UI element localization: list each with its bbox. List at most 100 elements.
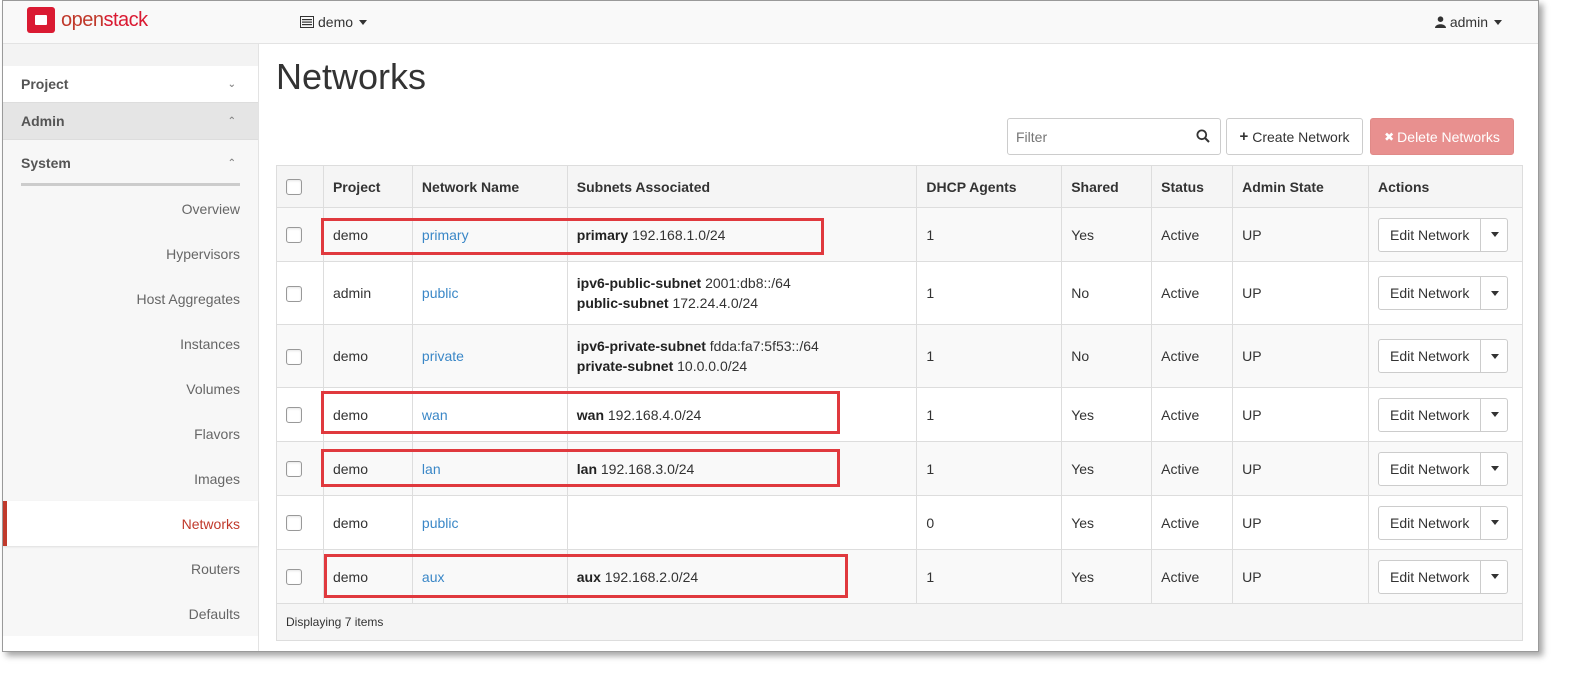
edit-network-button[interactable]: Edit Network — [1379, 398, 1482, 431]
network-name-link[interactable]: public — [422, 285, 459, 301]
column-header[interactable]: Subnets Associated — [566, 165, 918, 208]
table-row: demo aux aux 192.168.2.0/24 1 Yes Active… — [276, 549, 1524, 604]
caret-down-icon — [1491, 353, 1500, 359]
edit-network-button-group: Edit Network — [1377, 276, 1509, 310]
sidebar-item-images[interactable]: Images — [3, 456, 258, 501]
actions-dropdown-toggle[interactable] — [1481, 219, 1507, 251]
row-checkbox[interactable] — [286, 348, 302, 365]
actions-dropdown-toggle[interactable] — [1481, 507, 1507, 539]
table-row: demo public 0 Yes Active UP Edit Network — [276, 495, 1524, 550]
column-header[interactable]: DHCP Agents — [916, 165, 1063, 208]
sidebar-panel-project[interactable]: Project ⌄ — [3, 66, 258, 103]
cell-shared: Yes — [1061, 207, 1153, 262]
sidebar-item-networks[interactable]: Networks — [3, 501, 258, 546]
row-checkbox[interactable] — [286, 569, 302, 586]
edit-network-button[interactable]: Edit Network — [1379, 277, 1482, 309]
cell-admin-state: UP — [1232, 441, 1369, 496]
actions-dropdown-toggle[interactable] — [1481, 277, 1507, 309]
row-checkbox[interactable] — [286, 285, 302, 302]
chevron-up-icon: ⌃ — [227, 157, 236, 169]
row-checkbox[interactable] — [286, 461, 302, 478]
sidebar-item-label: Host Aggregates — [136, 290, 240, 307]
sidebar-item-overview[interactable]: Overview — [3, 186, 258, 231]
chevron-up-icon: ⌃ — [227, 115, 236, 127]
caret-down-icon — [1491, 466, 1500, 471]
cell-subnets: wan 192.168.4.0/24 — [566, 387, 918, 442]
network-name-link[interactable]: wan — [422, 407, 448, 423]
actions-dropdown-toggle[interactable] — [1481, 561, 1507, 593]
column-header[interactable]: Shared — [1061, 165, 1153, 208]
column-header[interactable]: Project — [322, 165, 413, 208]
user-menu[interactable]: admin — [1434, 14, 1502, 30]
cell-dhcp: 1 — [916, 387, 1063, 442]
network-name-link[interactable]: public — [422, 515, 459, 531]
networks-table: Project Network Name Subnets Associated … — [276, 165, 1524, 641]
sidebar-item-defaults[interactable]: Defaults — [3, 591, 258, 636]
column-header[interactable]: Status — [1151, 165, 1234, 208]
actions-dropdown-toggle[interactable] — [1481, 453, 1507, 485]
filter-field[interactable] — [1007, 118, 1221, 155]
column-header[interactable]: Admin State — [1232, 165, 1369, 208]
actions-dropdown-toggle[interactable] — [1481, 399, 1507, 431]
cell-status: Active — [1151, 324, 1234, 388]
openstack-logo[interactable]: openstack — [27, 7, 148, 33]
sidebar-panel-admin[interactable]: Admin ⌃ — [3, 103, 258, 140]
sidebar-item-label: Routers — [190, 560, 240, 577]
caret-down-icon — [1491, 232, 1500, 237]
create-network-label: Create Network — [1252, 128, 1350, 145]
delete-networks-button[interactable]: ✖ Delete Networks — [1370, 118, 1514, 155]
edit-network-button[interactable]: Edit Network — [1379, 340, 1482, 372]
cell-dhcp: 1 — [916, 324, 1063, 388]
cell-subnets: lan 192.168.3.0/24 — [566, 441, 918, 496]
row-checkbox[interactable] — [286, 407, 302, 424]
edit-network-button[interactable]: Edit Network — [1379, 560, 1482, 593]
sidebar-item-label: Flavors — [194, 425, 240, 442]
edit-network-button-group: Edit Network — [1377, 339, 1509, 373]
cell-status: Active — [1151, 387, 1234, 442]
caret-down-icon — [359, 19, 368, 25]
sidebar-item-label: Instances — [180, 335, 240, 352]
edit-network-button[interactable]: Edit Network — [1379, 218, 1482, 251]
select-all-checkbox[interactable] — [286, 179, 302, 196]
column-header[interactable]: Network Name — [411, 165, 568, 208]
cell-subnets: ipv6-private-subnet fdda:fa7:5f53::/64 pr… — [566, 324, 918, 388]
edit-network-button[interactable]: Edit Network — [1379, 506, 1482, 539]
network-name-link[interactable]: primary — [422, 227, 469, 243]
openstack-logo-icon — [27, 7, 55, 33]
cell-admin-state: UP — [1232, 261, 1369, 325]
sidebar-item-label: Volumes — [186, 380, 240, 397]
cell-admin-state: UP — [1232, 207, 1369, 262]
cell-dhcp: 1 — [916, 441, 1063, 496]
main-content: Networks + Create Network ✖ Delete Netwo… — [260, 44, 1538, 651]
sidebar-item-host-aggregates[interactable]: Host Aggregates — [3, 276, 258, 321]
row-checkbox[interactable] — [286, 515, 302, 532]
cell-admin-state: UP — [1232, 324, 1369, 388]
row-checkbox[interactable] — [286, 227, 302, 244]
cell-shared: No — [1061, 261, 1153, 325]
sidebar-item-volumes[interactable]: Volumes — [3, 366, 258, 411]
network-name-link[interactable]: lan — [422, 461, 441, 477]
table-row: demo primary primary 192.168.1.0/24 1 Ye… — [276, 207, 1524, 262]
filter-input[interactable] — [1008, 119, 1188, 154]
sidebar-item-hypervisors[interactable]: Hypervisors — [3, 231, 258, 276]
network-name-link[interactable]: private — [422, 348, 464, 364]
table-row: demo wan wan 192.168.4.0/24 1 Yes Active… — [276, 387, 1524, 442]
sidebar-panel-label: Admin — [21, 113, 65, 129]
sidebar-group-system[interactable]: System ⌃ — [3, 140, 258, 186]
sidebar-item-routers[interactable]: Routers — [3, 546, 258, 591]
caret-down-icon — [1491, 574, 1500, 579]
create-network-button[interactable]: + Create Network — [1226, 118, 1363, 155]
sidebar-item-flavors[interactable]: Flavors — [3, 411, 258, 456]
cell-project: demo — [322, 387, 413, 442]
actions-dropdown-toggle[interactable] — [1481, 340, 1507, 372]
cell-shared: Yes — [1061, 495, 1153, 550]
edit-network-button-group: Edit Network — [1377, 451, 1509, 486]
network-name-link[interactable]: aux — [422, 569, 445, 585]
edit-network-button[interactable]: Edit Network — [1379, 452, 1482, 485]
project-picker[interactable]: demo — [300, 14, 368, 30]
sidebar-item-label: Defaults — [188, 605, 240, 622]
search-icon[interactable] — [1196, 129, 1210, 143]
caret-down-icon — [1491, 520, 1500, 525]
sidebar-item-instances[interactable]: Instances — [3, 321, 258, 366]
user-menu-label: admin — [1449, 14, 1488, 30]
